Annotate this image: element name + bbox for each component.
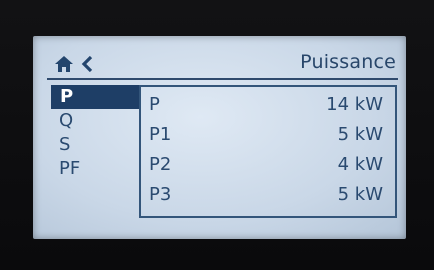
- row-label: P3: [149, 184, 172, 205]
- value-row-p3: P3 5 kW: [149, 182, 383, 208]
- row-value: 5 kW: [337, 124, 383, 145]
- row-label: P2: [149, 154, 172, 175]
- row-value: 14 kW: [326, 94, 383, 115]
- row-label: P1: [149, 124, 172, 145]
- menu-item-pf[interactable]: PF: [51, 157, 139, 181]
- lcd-screen: Puissance P Q S PF P 14 kW P1 5 kW P2 4 …: [33, 36, 406, 239]
- home-icon[interactable]: [55, 56, 73, 72]
- value-row-p2: P2 4 kW: [149, 152, 383, 178]
- value-row-p: P 14 kW: [149, 92, 383, 118]
- row-value: 5 kW: [337, 184, 383, 205]
- chevron-left-icon[interactable]: [80, 56, 94, 72]
- side-menu: P Q S PF: [51, 85, 139, 181]
- row-label: P: [149, 94, 160, 115]
- menu-item-q[interactable]: Q: [51, 109, 139, 133]
- row-value: 4 kW: [337, 154, 383, 175]
- menu-item-p[interactable]: P: [51, 85, 139, 109]
- menu-item-s[interactable]: S: [51, 133, 139, 157]
- power-values-panel: P 14 kW P1 5 kW P2 4 kW P3 5 kW: [139, 85, 397, 218]
- screen-title: Puissance: [300, 51, 396, 73]
- value-row-p1: P1 5 kW: [149, 122, 383, 148]
- header-divider: [47, 78, 398, 80]
